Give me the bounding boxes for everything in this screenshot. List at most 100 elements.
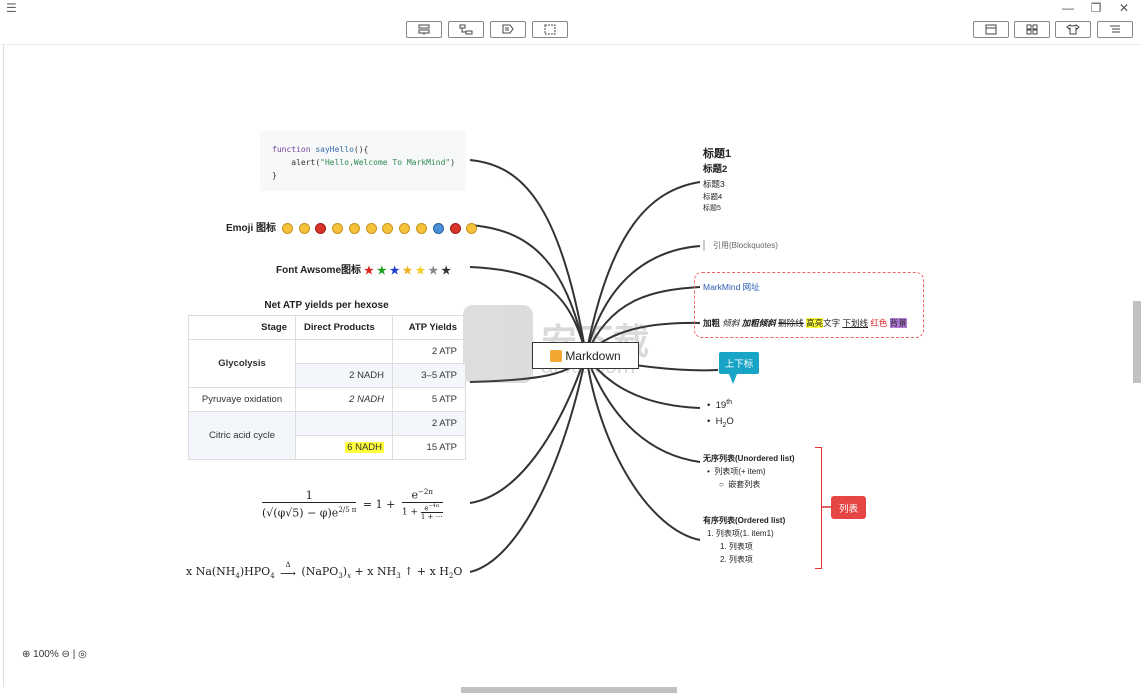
arrow-icon: ⟶ <box>280 567 296 580</box>
formula-exponent: −2π <box>418 488 433 496</box>
callout-tag[interactable]: 上下标 <box>719 352 759 384</box>
unordered-list-node[interactable]: 无序列表(Unordered list) • 列表项(+ item) ○ 嵌套列… <box>703 452 795 491</box>
code-text: (){ <box>353 145 369 154</box>
formula-term: + x NH <box>351 565 397 578</box>
formula-exponent: 2/5 π <box>338 506 357 515</box>
highlighted-cell-text: 6 NADH <box>345 442 384 453</box>
emoji-laugh-icon <box>332 222 344 234</box>
heading-4: 标题4 <box>703 192 723 201</box>
table-cell: 2 ATP <box>392 339 466 364</box>
formula-node-1[interactable]: 1 (√(φ√5) − φ)e2/5 π = 1 + e−2π 1 + e−4π… <box>262 488 443 521</box>
star-icon: ★ <box>428 264 439 277</box>
table-cell: Citric acid cycle <box>188 411 296 460</box>
emoji-cry-laugh-icon <box>382 222 394 234</box>
strike-text: 删除线 <box>778 318 804 328</box>
list-item: ○ 嵌套列表 <box>719 480 761 489</box>
formula-term: 1 + ⋯ <box>420 512 443 521</box>
list-item: 1. 列表项 <box>720 542 753 551</box>
vertical-scrollbar[interactable] <box>1133 301 1141 383</box>
list-item-label: 列表项(+ item) <box>714 467 766 476</box>
list-title: 有序列表(Ordered list) <box>703 516 786 525</box>
emoji-dizzy-icon <box>416 222 428 234</box>
list-item: 1. 列表项(1. item1) <box>707 529 774 538</box>
watermark-shield-icon <box>463 305 533 383</box>
table-cell <box>295 339 393 364</box>
fit-center-icon[interactable]: ◎ <box>78 649 87 660</box>
list-item: • 列表项(+ item) <box>707 467 766 476</box>
star-icon: ★ <box>441 264 452 277</box>
supsub-node[interactable]: • 19th • H2O <box>707 395 734 434</box>
formula-exponent: −4π <box>428 502 440 509</box>
table-header: ATP Yields <box>392 315 466 340</box>
zoom-separator: | <box>72 649 76 660</box>
table-cell: Pyruvaye oxidation <box>188 387 296 412</box>
emoji-squint-icon <box>365 222 377 234</box>
table-cell <box>295 411 393 436</box>
table-cell: Glycolysis <box>188 339 296 388</box>
formula-term: 1 + <box>401 507 418 518</box>
code-text: } <box>272 171 277 180</box>
table-title: Net ATP yields per hexose <box>264 300 389 311</box>
formula-denominator: (√(φ√5) − φ)e <box>262 506 339 520</box>
emoji-grin-icon <box>281 222 293 234</box>
bold-text: 加粗 <box>703 318 721 328</box>
formula-term: )HPO <box>239 565 271 578</box>
emoji-node[interactable]: Emoji 图标 <box>226 219 478 234</box>
heading-3: 标题3 <box>703 179 725 189</box>
table-header-row: Stage Direct Products ATP Yields <box>188 315 466 340</box>
list-title: 无序列表(Unordered list) <box>703 454 795 463</box>
formula-numerator: 1 <box>262 489 357 504</box>
headings-node[interactable]: 标题1 标题2 标题3 标题4 标题5 <box>703 147 731 215</box>
edge-formula2 <box>469 354 587 573</box>
formula-node-2[interactable]: x Na(NH4)HPO4 Δ ⟶ (NaPO3)x + x NH3 ↑ + x … <box>186 562 462 581</box>
heading-5: 标题5 <box>703 205 721 212</box>
emoji-happy-icon <box>466 222 478 234</box>
font-awesome-node[interactable]: Font Awsome图标 ★ ★ ★ ★ ★ ★ ★ <box>276 261 451 277</box>
star-icon: ★ <box>389 264 400 277</box>
code-text: ) <box>450 158 456 167</box>
zoom-out-icon[interactable]: ⊖ <box>62 649 70 660</box>
atp-table[interactable]: Stage Direct Products ATP Yields Glycoly… <box>188 315 466 460</box>
emoji-scream-icon <box>432 222 444 234</box>
red-text: 红色 <box>870 318 888 328</box>
font-awesome-label: Font Awsome图标 <box>276 265 362 276</box>
emoji-wink-icon <box>348 222 360 234</box>
plain-text: 文字 <box>823 318 841 328</box>
code-text: alert( <box>272 158 321 167</box>
code-block-node[interactable]: function sayHello(){ alert("Hello,Welcom… <box>260 131 466 191</box>
list-item-label: 列表项 <box>728 542 753 551</box>
sub-base: O <box>726 416 734 428</box>
zoom-in-icon[interactable]: ⊕ <box>22 649 30 660</box>
blockquote-node[interactable]: 引用(Blockquotes) <box>703 240 778 251</box>
background-text: 背景 <box>889 318 907 328</box>
table-row: Glycolysis 2 ATP <box>188 339 466 388</box>
superscript: th <box>726 399 733 406</box>
table-cell: 3–5 ATP <box>392 363 466 388</box>
horizontal-scrollbar[interactable] <box>461 687 677 693</box>
ordered-list-node[interactable]: 有序列表(Ordered list) 1. 列表项(1. item1) 1. 列… <box>703 514 785 566</box>
formula-term: (NaPO <box>297 565 339 578</box>
formula-equals: = 1 + <box>362 498 396 511</box>
table-row: Citric acid cycle 2 ATP <box>188 411 466 460</box>
formula-subscript: 4 <box>270 572 275 581</box>
highlight-text: 高亮 <box>806 318 824 328</box>
list-item-label: 嵌套列表 <box>728 480 761 489</box>
heading-2: 标题2 <box>703 164 728 175</box>
table-cell: 2 ATP <box>392 411 466 436</box>
link-node[interactable]: MarkMind 网址 <box>703 281 760 293</box>
table-header: Stage <box>188 315 296 340</box>
list-item: 2. 列表项 <box>720 555 753 564</box>
code-function-name: sayHello <box>315 145 354 154</box>
list-item: • H2O <box>707 416 734 430</box>
star-icon: ★ <box>402 264 413 277</box>
root-node[interactable]: Markdown <box>532 342 639 369</box>
star-icon: ★ <box>364 264 374 277</box>
table-cell: 2 NADH <box>295 387 393 412</box>
formatting-node[interactable]: 加粗 倾斜 加粗倾斜 删除线 高亮文字 下划线 红色 背景 <box>703 317 907 329</box>
table-cell: 2 NADH <box>295 363 393 388</box>
emoji-sleepy-icon <box>399 222 411 234</box>
list-item: • 19th <box>707 399 733 412</box>
list-item-label: 列表项 <box>728 555 753 564</box>
list-tag[interactable]: 列表 <box>831 496 866 519</box>
heading-1: 标题1 <box>703 148 732 160</box>
